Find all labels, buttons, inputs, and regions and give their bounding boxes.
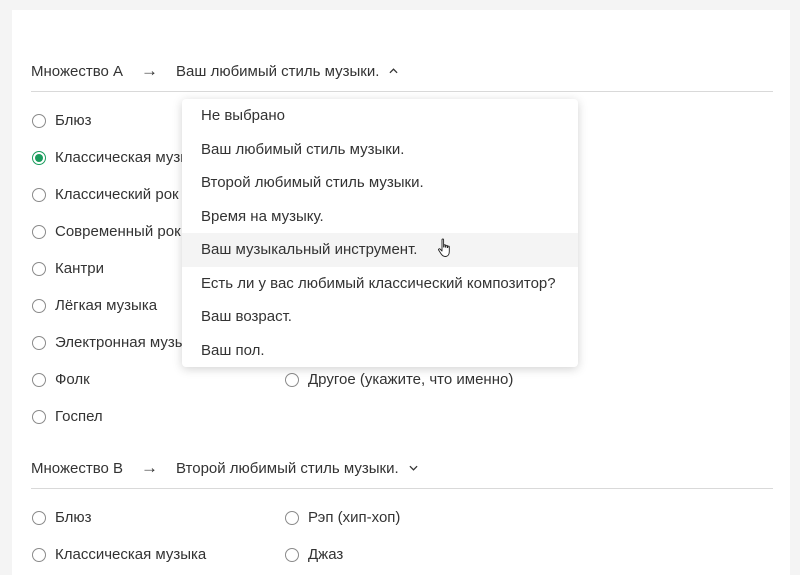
set-a-header: Множество A → Ваш любимый стиль музыки. xyxy=(31,51,773,92)
set-a-selected-value: Ваш любимый стиль музыки. xyxy=(176,62,380,80)
set-b-selected-value: Второй любимый стиль музыки. xyxy=(176,459,399,477)
radio-button[interactable] xyxy=(285,547,299,562)
set-b-label: Множество B xyxy=(31,459,124,477)
option-label: Другое (укажите, что именно) xyxy=(308,371,514,388)
set-a-option[interactable]: Лёгкая музыка xyxy=(32,297,157,314)
set-b-option[interactable]: Джаз xyxy=(285,546,343,563)
set-a-option[interactable]: Госпел xyxy=(32,408,103,425)
set-b-option[interactable]: Классическая музыка xyxy=(32,546,206,563)
set-a-option[interactable]: Современный рок xyxy=(32,223,181,240)
radio-button[interactable] xyxy=(32,298,46,313)
set-a-option[interactable]: Блюз xyxy=(32,112,92,129)
radio-button[interactable] xyxy=(285,372,299,387)
set-a-label: Множество A xyxy=(31,62,124,80)
option-label: Блюз xyxy=(55,112,92,129)
option-label: Госпел xyxy=(55,408,103,425)
arrow-right-icon: → xyxy=(141,61,159,80)
radio-button[interactable] xyxy=(32,261,46,276)
set-a-option[interactable]: Классический рок xyxy=(32,186,179,203)
dropdown-item[interactable]: Ваш пол. xyxy=(182,334,578,368)
dropdown-item[interactable]: Время на музыку. xyxy=(182,200,578,234)
radio-button[interactable] xyxy=(32,547,46,562)
dropdown-item[interactable]: Ваш возраст. xyxy=(182,300,578,334)
set-b-question-select[interactable]: Второй любимый стиль музыки. xyxy=(176,460,418,477)
set-b-option[interactable]: Рэп (хип-хоп) xyxy=(285,509,400,526)
option-label: Электронная музыка xyxy=(55,334,201,351)
dropdown-item[interactable]: Второй любимый стиль музыки. xyxy=(182,166,578,200)
set-a-option[interactable]: Электронная музыка xyxy=(32,334,201,351)
radio-button[interactable] xyxy=(32,187,46,202)
set-a-option[interactable]: Кантри xyxy=(32,260,104,277)
radio-button[interactable] xyxy=(32,335,46,350)
radio-button[interactable] xyxy=(32,510,46,525)
option-label: Лёгкая музыка xyxy=(55,297,158,314)
set-b-header: Множество B → Второй любимый стиль музык… xyxy=(31,448,773,489)
radio-button[interactable] xyxy=(32,409,46,424)
dropdown-item[interactable]: Ваш любимый стиль музыки. xyxy=(182,133,578,167)
option-label: Классическая музыка xyxy=(55,546,207,563)
radio-button[interactable] xyxy=(285,510,299,525)
radio-button-checked[interactable] xyxy=(32,150,46,165)
set-a-option[interactable]: Другое (укажите, что именно) xyxy=(285,371,513,388)
radio-button[interactable] xyxy=(32,372,46,387)
radio-button[interactable] xyxy=(32,113,46,128)
option-label: Кантри xyxy=(55,260,104,277)
arrow-right-icon: → xyxy=(141,458,159,477)
option-label: Фолк xyxy=(55,371,90,388)
option-label: Классический рок xyxy=(55,186,179,203)
set-a-option[interactable]: Классическая музыка xyxy=(32,149,206,166)
set-a-question-select[interactable]: Ваш любимый стиль музыки. xyxy=(176,63,398,80)
set-b-option[interactable]: Блюз xyxy=(32,509,92,526)
radio-button[interactable] xyxy=(32,224,46,239)
chevron-up-icon xyxy=(389,68,398,74)
question-dropdown-menu: Не выбрано Ваш любимый стиль музыки. Вто… xyxy=(182,99,578,367)
dropdown-item-hovered[interactable]: Ваш музыкальный инструмент. xyxy=(182,233,578,267)
option-label: Джаз xyxy=(308,546,344,563)
dropdown-item[interactable]: Не выбрано xyxy=(182,99,578,133)
set-a-option[interactable]: Фолк xyxy=(32,371,90,388)
dropdown-item[interactable]: Есть ли у вас любимый классический компо… xyxy=(182,267,578,301)
option-label: Рэп (хип-хоп) xyxy=(308,509,401,526)
hand-pointer-icon xyxy=(438,238,450,257)
option-label: Блюз xyxy=(55,509,92,526)
option-label: Современный рок xyxy=(55,223,181,240)
chevron-down-icon xyxy=(409,465,418,471)
